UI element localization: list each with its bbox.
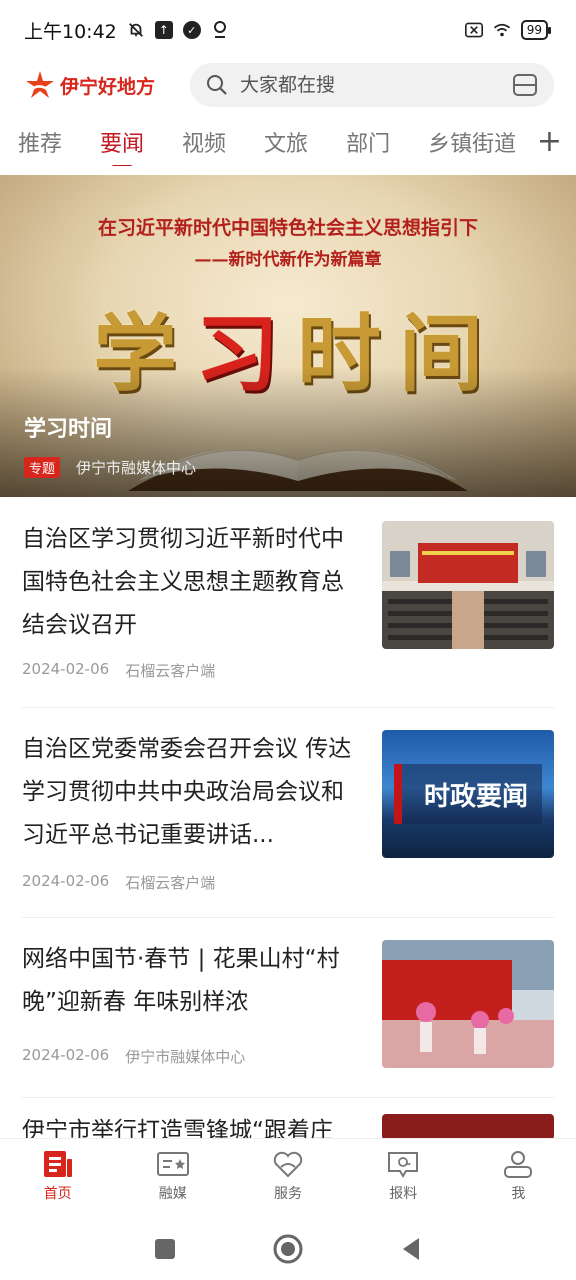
home-icon [43, 1151, 72, 1177]
status-bar: 上午10:42 ↑ ✓ 99 [0, 0, 576, 60]
banner-subslogan: ——新时代新作为新篇章 [194, 250, 382, 270]
plus-icon[interactable]: + [537, 127, 562, 157]
news-source: 石榴云客户端 [125, 874, 216, 892]
search-input[interactable] [240, 74, 500, 96]
user-icon [504, 1151, 533, 1178]
nav-label: 首页 [43, 1186, 72, 1202]
media-icon [156, 1152, 189, 1176]
banner-slogan: 在习近平新时代中国特色社会主义思想指引下 [97, 217, 478, 239]
home-button-icon[interactable] [273, 1234, 303, 1264]
location-icon [211, 21, 229, 39]
banner-title: 学习时间 [24, 417, 113, 442]
news-title: 网络中国节·春节 | 花果山村“村晚”迎新春 年味别样浓 [22, 946, 340, 1015]
news-source: 石榴云客户端 [125, 662, 216, 680]
heart-hands-icon [273, 1151, 303, 1178]
nav-me[interactable]: 我 [461, 1139, 576, 1218]
topic-badge: 专题 [24, 457, 61, 478]
app-header: 伊宁好地方 [0, 62, 576, 108]
news-thumbnail [382, 940, 554, 1068]
news-source: 伊宁市融媒体中心 [125, 1048, 246, 1066]
tab-culture-tourism[interactable]: 文旅 [264, 126, 308, 158]
banner-meta: 专题 伊宁市融媒体中心 [24, 457, 196, 478]
nav-report[interactable]: 报料 [346, 1139, 461, 1218]
news-title: 自治区学习贯彻习近平新时代中国特色社会主义思想主题教育总结会议召开 [22, 526, 344, 638]
news-meta: 2024-02-06 石榴云客户端 [22, 660, 215, 681]
tab-departments[interactable]: 部门 [346, 126, 390, 158]
thumb-caption: 时政要闻 [423, 782, 528, 812]
bottom-navigation: 首页 融媒 服务 报料 我 [0, 1138, 576, 1218]
news-thumbnail: 时政要闻 [382, 730, 554, 858]
battery-indicator: 99 [520, 20, 552, 40]
report-icon [388, 1152, 419, 1178]
news-thumbnail [382, 521, 554, 649]
logo-icon [26, 71, 54, 98]
upload-icon: ↑ [154, 21, 173, 39]
news-thumbnail [382, 1114, 554, 1140]
wifi-icon [493, 21, 511, 39]
tab-headlines[interactable]: 要闻 [100, 126, 144, 158]
recent-apps-icon[interactable] [153, 1237, 177, 1261]
mute-icon [127, 21, 145, 39]
tab-more[interactable]: + [516, 118, 576, 166]
scan-icon[interactable] [512, 72, 538, 98]
tab-towns[interactable]: 乡镇街道 [428, 126, 516, 158]
news-meta: 2024-02-06 伊宁市融媒体中心 [22, 1046, 245, 1067]
search-icon [207, 75, 227, 95]
channel-tabs: 推荐 要闻 视频 文旅 部门 乡镇街道 + [0, 118, 576, 166]
news-item[interactable]: 自治区学习贯彻习近平新时代中国特色社会主义思想主题教育总结会议召开 2024-0… [22, 518, 554, 708]
check-icon: ✓ [182, 21, 201, 39]
status-time: 上午10:42 [24, 20, 117, 43]
nav-home[interactable]: 首页 [0, 1139, 115, 1218]
news-date: 2024-02-06 [22, 660, 110, 678]
search-bar[interactable] [190, 63, 554, 107]
nav-media[interactable]: 融媒 [115, 1139, 230, 1218]
nav-label: 融媒 [158, 1186, 187, 1202]
nav-label: 报料 [389, 1186, 418, 1202]
logo-text: 伊宁好地方 [60, 75, 156, 98]
system-navigation-bar [0, 1218, 576, 1280]
news-date: 2024-02-06 [22, 872, 110, 890]
nav-label: 服务 [274, 1186, 302, 1202]
back-icon[interactable] [399, 1236, 423, 1262]
news-item[interactable]: 自治区党委常委会召开会议 传达学习贯彻中共中央政治局会议和习近平总书记重要讲话.… [22, 728, 554, 918]
news-item[interactable]: 网络中国节·春节 | 花果山村“村晚”迎新春 年味别样浓 2024-02-06 … [22, 938, 554, 1098]
no-sim-icon [464, 21, 483, 39]
news-meta: 2024-02-06 石榴云客户端 [22, 872, 215, 893]
featured-banner[interactable]: 在习近平新时代中国特色社会主义思想指引下 ——新时代新作为新篇章 学 习 时 间… [0, 175, 576, 497]
app-logo[interactable]: 伊宁好地方 [24, 69, 190, 101]
news-date: 2024-02-06 [22, 1046, 110, 1064]
nav-services[interactable]: 服务 [230, 1139, 345, 1218]
nav-label: 我 [511, 1186, 526, 1202]
news-title: 自治区党委常委会召开会议 传达学习贯彻中共中央政治局会议和习近平总书记重要讲话.… [22, 736, 352, 848]
tab-video[interactable]: 视频 [182, 126, 226, 158]
tab-recommend[interactable]: 推荐 [18, 126, 62, 158]
banner-source: 伊宁市融媒体中心 [76, 459, 197, 477]
